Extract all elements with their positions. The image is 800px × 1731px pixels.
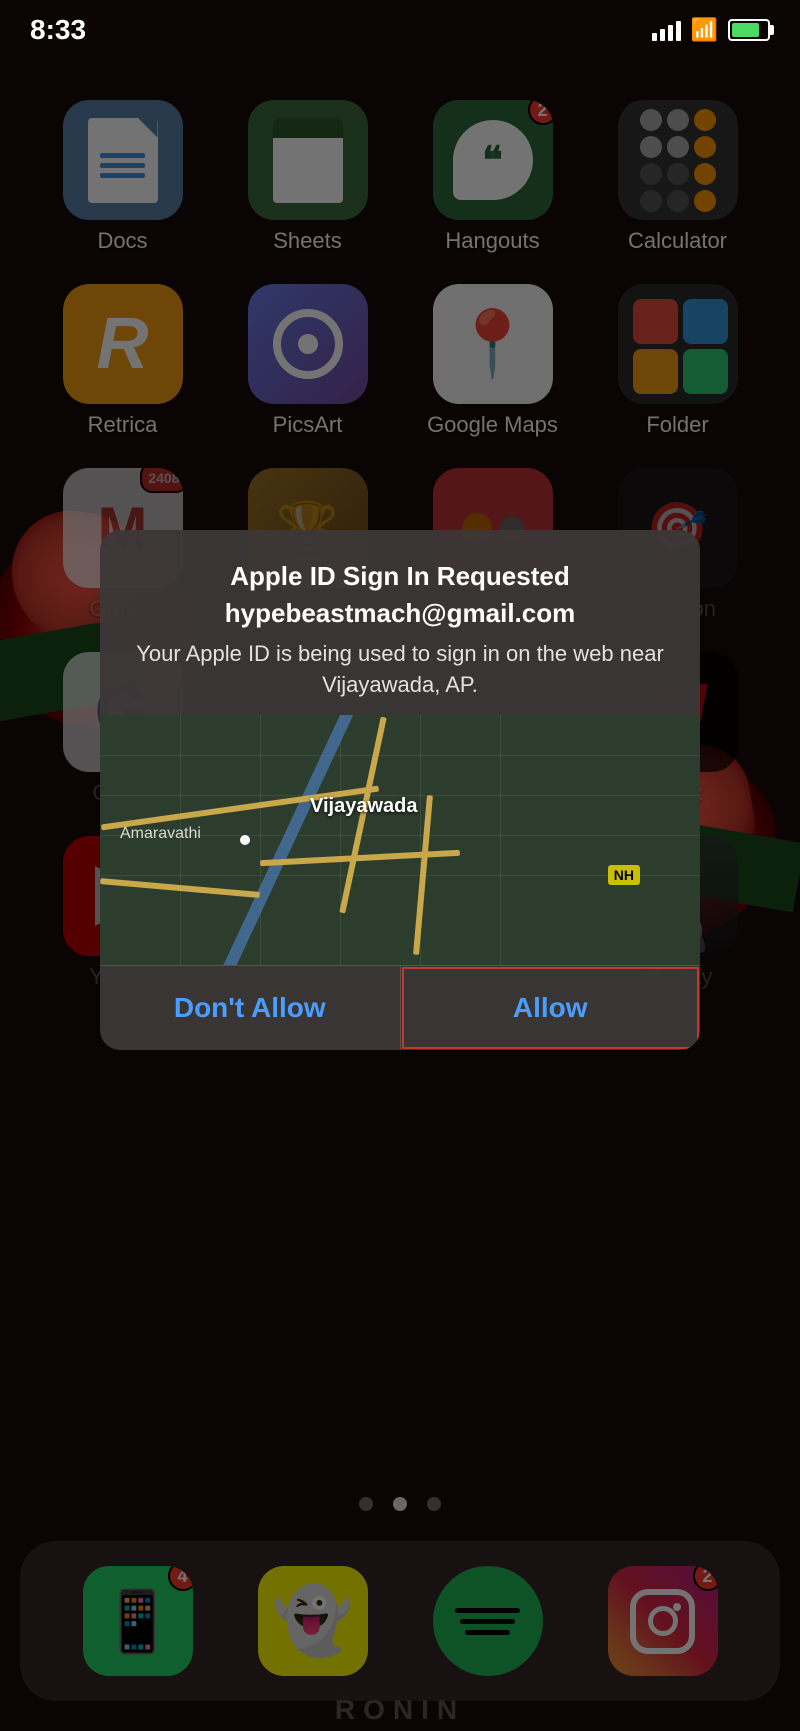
battery-icon	[728, 19, 770, 41]
allow-button[interactable]: Allow	[401, 966, 701, 1050]
map-label-vijayawada: Vijayawada	[310, 795, 417, 818]
alert-email: hypebeastmach@gmail.com	[130, 598, 670, 629]
nh-badge: NH	[608, 865, 640, 885]
wifi-icon: 📶	[691, 17, 718, 43]
alert-map: Amaravathi Vijayawada NH	[100, 715, 700, 965]
status-icons: 📶	[652, 17, 770, 43]
alert-title: Apple ID Sign In Requested	[130, 560, 670, 594]
map-label-amaravathi: Amaravathi	[120, 825, 201, 843]
battery-fill	[732, 23, 759, 37]
alert-buttons: Don't Allow Allow	[100, 965, 700, 1050]
status-time: 8:33	[30, 14, 86, 46]
map-background: Amaravathi Vijayawada NH	[100, 715, 700, 965]
status-bar: 8:33 📶	[0, 0, 800, 60]
alert-body: Your Apple ID is being used to sign in o…	[130, 639, 670, 701]
alert-dialog: Apple ID Sign In Requested hypebeastmach…	[100, 530, 700, 1050]
dont-allow-button[interactable]: Don't Allow	[100, 966, 401, 1050]
signal-icon	[652, 19, 681, 41]
map-dot-amaravathi	[240, 835, 250, 845]
alert-content: Apple ID Sign In Requested hypebeastmach…	[100, 530, 700, 700]
